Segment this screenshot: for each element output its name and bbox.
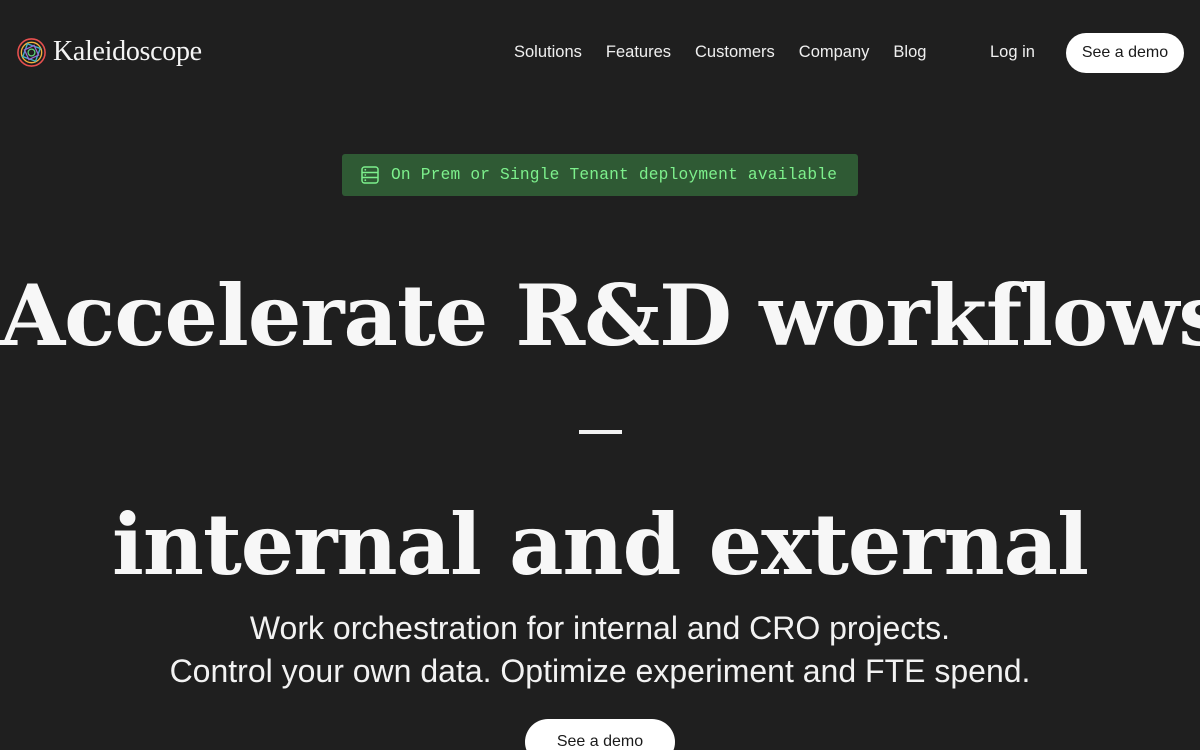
hero-headline-line-2: internal and external <box>111 495 1089 594</box>
login-link[interactable]: Log in <box>990 42 1035 62</box>
see-demo-hero-button[interactable]: See a demo <box>525 719 675 750</box>
nav-link-solutions[interactable]: Solutions <box>514 42 582 62</box>
nav-link-company[interactable]: Company <box>799 42 870 62</box>
kaleidoscope-logo-icon <box>17 37 46 67</box>
nav-link-customers[interactable]: Customers <box>695 42 775 62</box>
brand-logo-link[interactable]: Kaleidoscope <box>16 36 202 68</box>
nav-link-features[interactable]: Features <box>606 42 671 62</box>
hero-subtitle-line-1: Work orchestration for internal and CRO … <box>249 610 951 646</box>
nav-links: Solutions Features Customers Company Blo… <box>514 42 950 62</box>
server-icon <box>361 166 379 184</box>
hero-subtitle-line-2: Control your own data. Optimize experime… <box>169 653 1031 689</box>
brand-name: Kaleidoscope <box>53 36 202 67</box>
hero-headline-line-1: Accelerate R&D workflows <box>0 266 1200 365</box>
top-navigation: Kaleidoscope Solutions Features Customer… <box>0 0 1200 106</box>
badge-text: On Prem or Single Tenant deployment avai… <box>391 166 838 184</box>
hero-dash <box>579 430 622 434</box>
deployment-badge: On Prem or Single Tenant deployment avai… <box>342 154 858 196</box>
nav-link-blog[interactable]: Blog <box>893 42 926 62</box>
page: Kaleidoscope Solutions Features Customer… <box>0 0 1200 750</box>
see-demo-nav-button[interactable]: See a demo <box>1066 33 1184 73</box>
